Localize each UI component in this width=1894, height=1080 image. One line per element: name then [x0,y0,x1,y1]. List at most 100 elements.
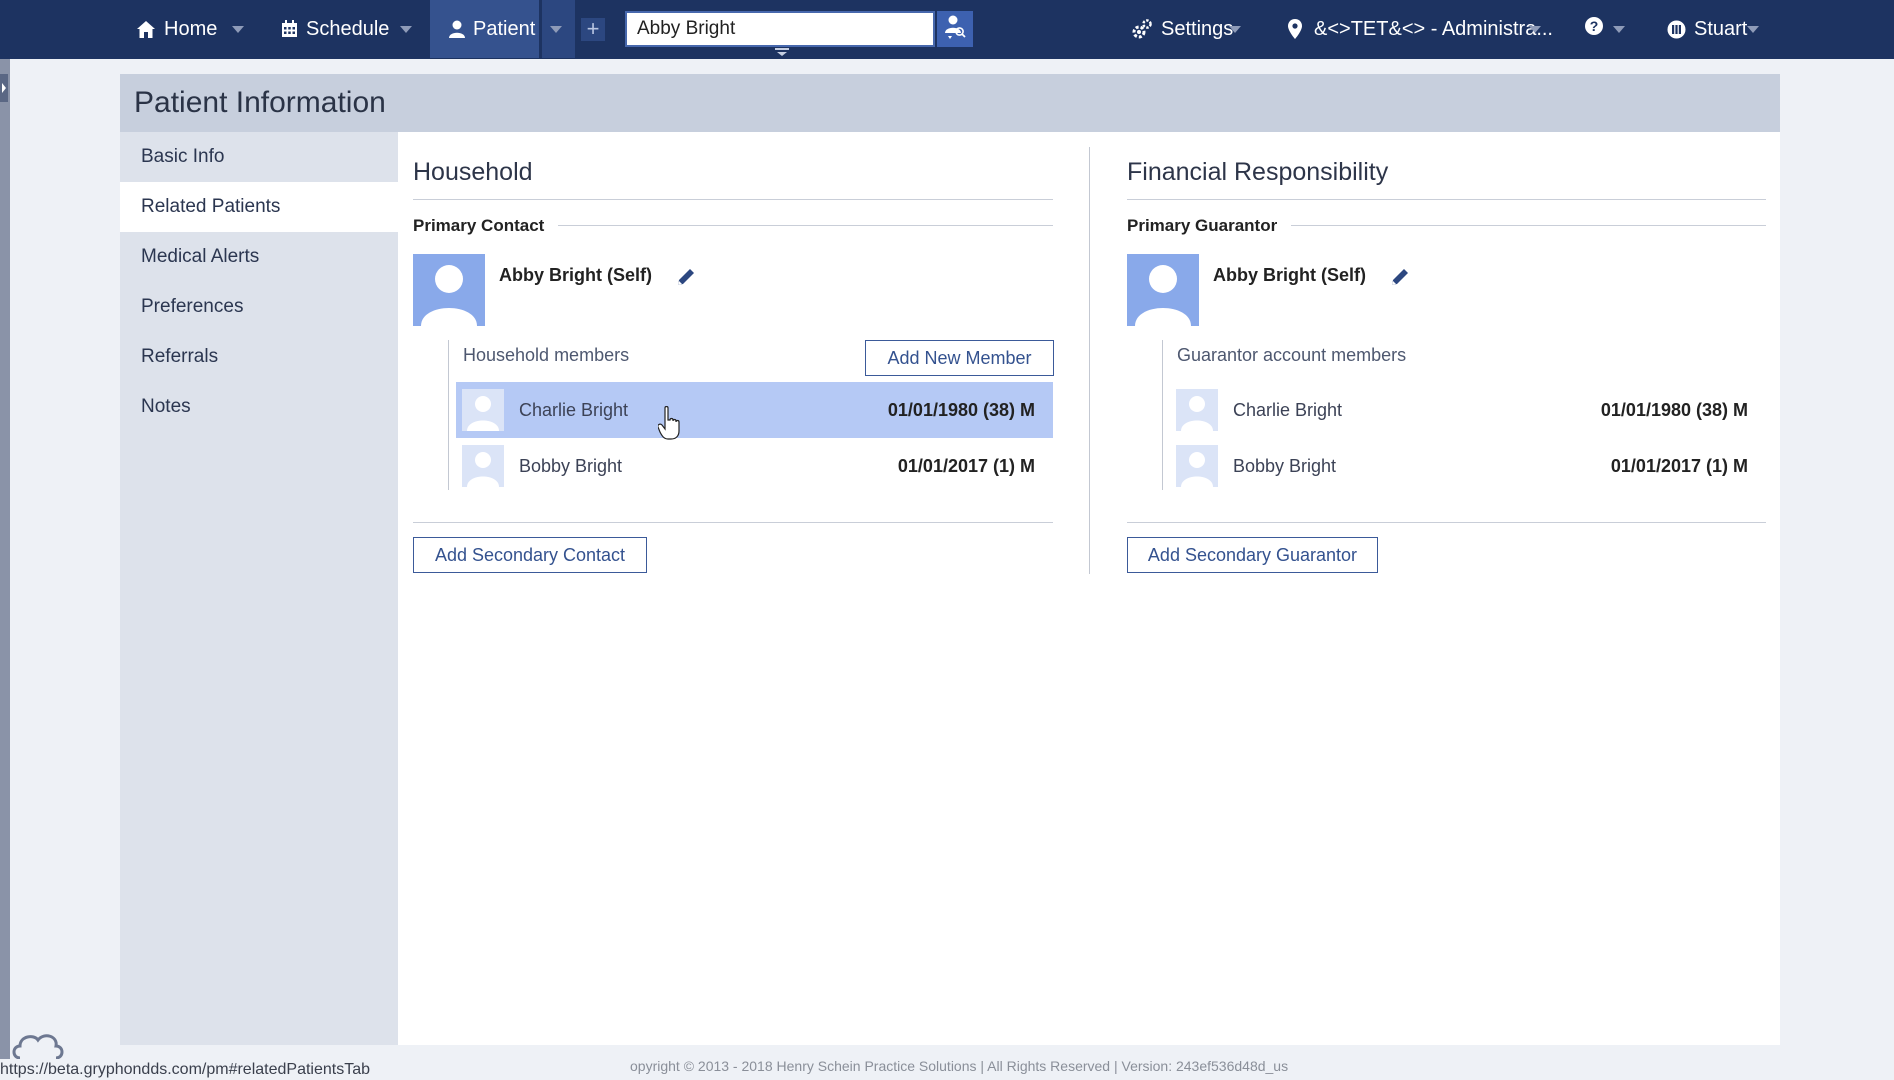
add-new-member-button[interactable]: Add New Member [865,340,1054,376]
household-member-row-bobby[interactable]: Bobby Bright 01/01/2017 (1) M [456,438,1053,494]
person-silhouette-icon [421,265,477,326]
add-patient-button[interactable]: + [581,18,605,41]
member-avatar [1176,445,1218,487]
svg-text:?: ? [1590,18,1599,34]
column-separator [1089,147,1090,574]
financial-bottom-divider [1127,522,1766,523]
primary-contact-avatar [413,254,485,326]
household-member-row-charlie[interactable]: Charlie Bright 01/01/1980 (38) M [456,382,1053,438]
chevron-right-icon [2,83,6,93]
guarantor-members-label: Guarantor account members [1177,345,1407,365]
home-dropdown-caret[interactable] [232,26,244,33]
nav-settings-label: Settings [1161,17,1234,40]
sidebar-item-label: Basic Info [141,146,225,167]
edit-primary-guarantor-icon[interactable] [1388,265,1412,289]
drawer-expand-tab[interactable] [0,74,8,102]
nav-home-label: Home [164,17,218,40]
sidebar-item-referrals[interactable]: Referrals [120,332,398,382]
patient-search-box [625,11,935,47]
nav-settings[interactable]: Settings [1131,0,1233,58]
person-search-icon [944,14,966,45]
guarantor-member-row-charlie[interactable]: Charlie Bright 01/01/1980 (38) M [1170,382,1766,438]
primary-guarantor-avatar [1127,254,1199,326]
edit-primary-contact-icon[interactable] [674,265,698,289]
member-dob: 01/01/1980 (38) M [887,400,1035,420]
nav-help[interactable]: ? [1585,0,1603,58]
member-avatar [1176,389,1218,431]
patient-search-input[interactable] [627,13,907,45]
person-silhouette-icon [1181,452,1213,487]
location-dropdown-caret[interactable] [1529,26,1541,33]
add-secondary-contact-button[interactable]: Add Secondary Contact [413,537,647,573]
sidebar-item-medical-alerts[interactable]: Medical Alerts [120,232,398,282]
nav-patient[interactable]: Patient [449,0,535,58]
nav-location-label: &<>TET&<> - Administra... [1314,17,1553,40]
household-title: Household [413,158,533,186]
hand-cursor-icon [658,406,680,440]
sidebar-item-label: Referrals [141,346,219,367]
person-silhouette-icon [467,452,499,487]
nav-user-label: Stuart [1694,17,1748,40]
sidebar-item-label: Notes [141,396,191,417]
collapse-handle-icon[interactable] [775,48,789,56]
cloud-sync-icon[interactable] [10,1024,68,1060]
copyright-footer: opyright © 2013 - 2018 Henry Schein Prac… [630,1058,1289,1074]
household-members-label: Household members [463,345,630,365]
top-navigation-bar: Home Schedule Patient + Settings [0,0,1894,59]
sidebar-item-basic-info[interactable]: Basic Info [120,132,398,182]
collapsed-side-drawer[interactable] [0,59,10,1080]
person-silhouette-icon [1135,265,1191,326]
sidebar-item-label: Preferences [141,296,244,317]
patient-search-button[interactable] [937,11,973,47]
financial-divider [1127,199,1766,200]
nav-schedule-label: Schedule [306,17,390,40]
sidebar-item-label: Related Patients [141,196,281,217]
financial-title: Financial Responsibility [1127,158,1389,186]
calendar-icon [281,20,298,38]
member-name: Bobby Bright [1233,456,1337,476]
sidebar-item-related-patients[interactable]: Related Patients [120,182,398,232]
member-name: Bobby Bright [519,456,623,476]
user-badge-icon [1667,20,1686,39]
browser-status-url: https://beta.gryphondds.com/pm#relatedPa… [0,1059,376,1080]
sidebar-item-label: Medical Alerts [141,246,260,267]
household-bottom-divider [413,522,1053,523]
member-dob: 01/01/2017 (1) M [897,456,1035,476]
guarantor-member-row-bobby[interactable]: Bobby Bright 01/01/2017 (1) M [1170,438,1766,494]
page-title: Patient Information [134,86,386,119]
primary-contact-label: Primary Contact [413,216,559,236]
patient-dropdown-caret[interactable] [550,26,562,33]
map-pin-icon [1288,19,1302,39]
member-dob: 01/01/1980 (38) M [1600,400,1748,420]
related-patients-content: Household Primary Contact Abby Bright (S… [398,132,1780,1045]
sidebar-item-preferences[interactable]: Preferences [120,282,398,332]
user-dropdown-caret[interactable] [1747,26,1759,33]
nav-user[interactable]: Stuart [1667,0,1747,58]
member-name: Charlie Bright [1233,400,1343,420]
guarantor-tree-line [1162,340,1163,490]
nav-location[interactable]: &<>TET&<> - Administra... [1288,0,1553,58]
schedule-dropdown-caret[interactable] [400,26,412,33]
member-name: Charlie Bright [519,400,629,420]
member-dob: 01/01/2017 (1) M [1610,456,1748,476]
primary-guarantor-label: Primary Guarantor [1127,216,1292,236]
sidebar-item-notes[interactable]: Notes [120,382,398,432]
help-dropdown-caret[interactable] [1613,26,1625,33]
settings-dropdown-caret[interactable] [1229,26,1241,33]
person-silhouette-icon [467,396,499,431]
nav-home[interactable]: Home [136,0,217,58]
person-icon [449,20,465,38]
household-tree-line [448,340,449,490]
member-avatar [462,389,504,431]
panel-header: Patient Information [120,74,1780,132]
home-icon [136,20,156,39]
member-avatar [462,445,504,487]
add-secondary-guarantor-button[interactable]: Add Secondary Guarantor [1127,537,1378,573]
primary-guarantor-name[interactable]: Abby Bright (Self) [1213,265,1366,286]
primary-contact-name[interactable]: Abby Bright (Self) [499,265,652,286]
patient-info-sidebar: Basic Info Related Patients Medical Aler… [120,132,398,1045]
help-icon: ? [1585,17,1603,41]
nav-schedule[interactable]: Schedule [281,0,389,58]
nav-patient-label: Patient [473,17,536,40]
household-divider [413,199,1053,200]
